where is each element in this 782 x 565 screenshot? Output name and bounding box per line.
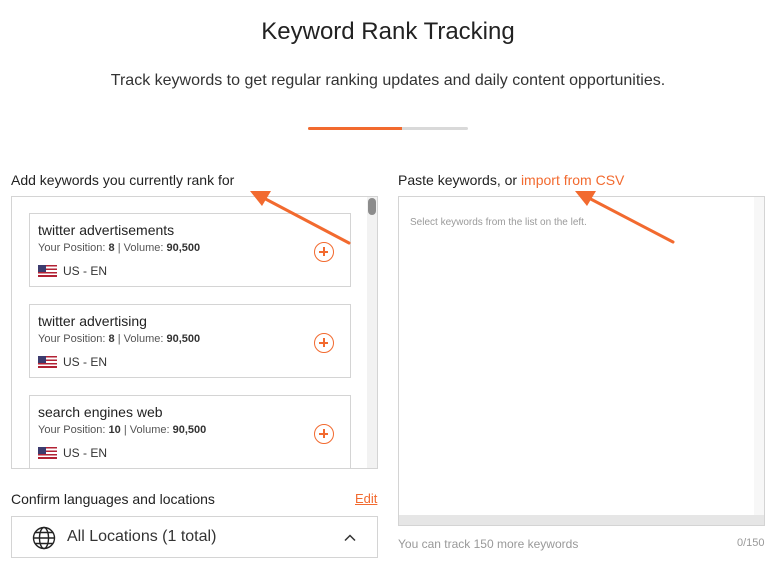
keyword-card: twitter advertising Your Position: 8 | V… (29, 304, 351, 378)
keyword-metrics: Your Position: 8 | Volume: 90,500 (38, 242, 200, 254)
keyword-suggestions-list[interactable]: twitter advertisements Your Position: 8 … (11, 196, 378, 469)
paste-horizontal-scrollbar[interactable] (399, 515, 764, 525)
keyword-locale: US - EN (38, 264, 107, 278)
position-label: Your Position: (38, 333, 106, 345)
keywords-list-heading: Add keywords you currently rank for (11, 172, 235, 188)
page-subtitle: Track keywords to get regular ranking up… (110, 72, 666, 89)
locale-label: US - EN (63, 355, 108, 369)
us-flag-icon (38, 447, 57, 459)
paste-keywords-heading: Paste keywords, or import from CSV (398, 172, 624, 188)
step-progress-fill (308, 127, 403, 130)
keyword-locale: US - EN (38, 446, 107, 460)
add-keyword-button[interactable] (314, 242, 334, 262)
page-title: Keyword Rank Tracking (261, 18, 515, 45)
list-scrollbar[interactable] (367, 197, 377, 468)
import-csv-link[interactable]: import from CSV (521, 172, 624, 188)
keyword-name: twitter advertisements (38, 222, 175, 238)
keyword-name: search engines web (38, 404, 163, 420)
locations-dropdown[interactable]: All Locations (1 total) (11, 516, 378, 558)
volume-value: 90,500 (166, 333, 201, 345)
paste-vertical-scrollbar[interactable] (754, 197, 764, 525)
volume-value: 90,500 (166, 242, 201, 254)
paste-keywords-label: Paste keywords, or (398, 172, 521, 188)
locations-heading: Confirm languages and locations (11, 491, 215, 507)
us-flag-icon (38, 356, 57, 368)
keyword-locale: US - EN (38, 355, 107, 369)
edit-locations-link[interactable]: Edit (355, 491, 377, 506)
locale-label: US - EN (63, 264, 108, 278)
keyword-card: twitter advertisements Your Position: 8 … (29, 213, 351, 287)
chevron-up-icon (344, 534, 356, 542)
keyword-counter: 0/150 (737, 537, 765, 549)
paste-keywords-textarea[interactable] (399, 197, 764, 515)
keyword-metrics: Your Position: 10 | Volume: 90,500 (38, 424, 206, 436)
list-scrollbar-thumb[interactable] (368, 198, 376, 215)
position-label: Your Position: (38, 424, 106, 436)
keyword-card: search engines web Your Position: 10 | V… (29, 395, 351, 468)
keyword-metrics: Your Position: 8 | Volume: 90,500 (38, 333, 200, 345)
volume-label: Volume: (123, 242, 164, 254)
paste-keywords-box (398, 196, 765, 526)
remaining-keywords-note: You can track 150 more keywords (398, 537, 579, 551)
position-label: Your Position: (38, 242, 106, 254)
add-keyword-button[interactable] (314, 424, 334, 444)
us-flag-icon (38, 265, 57, 277)
volume-label: Volume: (129, 424, 170, 436)
position-value: 8 (108, 333, 115, 345)
position-value: 8 (108, 242, 115, 254)
globe-icon (32, 526, 56, 550)
volume-label: Volume: (123, 333, 164, 345)
selected-locations: All Locations (1 total) (67, 528, 217, 545)
volume-value: 90,500 (172, 424, 207, 436)
position-value: 10 (108, 424, 121, 436)
step-progress-bar (308, 127, 468, 130)
keyword-name: twitter advertising (38, 313, 147, 329)
add-keyword-button[interactable] (314, 333, 334, 353)
locale-label: US - EN (63, 446, 108, 460)
